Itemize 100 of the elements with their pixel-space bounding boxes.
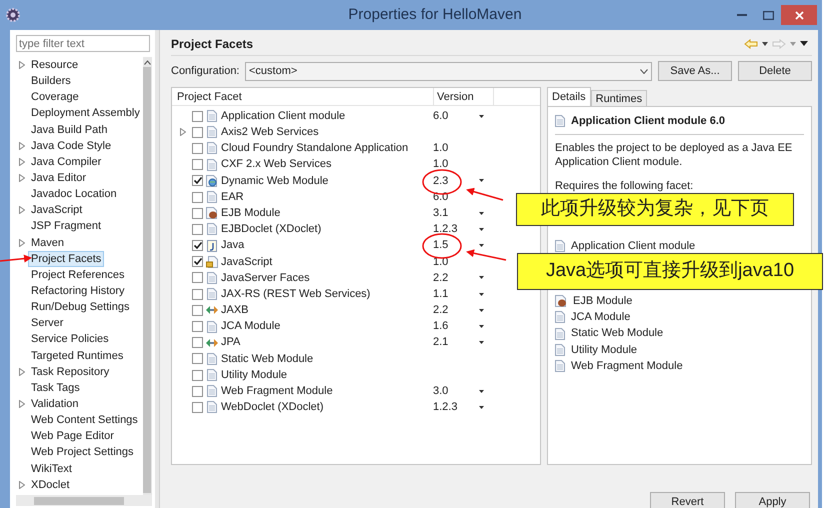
document-icon xyxy=(207,142,217,154)
tree-item[interactable]: Web Content Settings xyxy=(28,412,141,428)
dropdown-caret-icon[interactable] xyxy=(479,390,484,393)
tree-item[interactable]: Targeted Runtimes xyxy=(28,348,126,364)
tab[interactable]: Runtimes xyxy=(590,90,648,106)
tree-item[interactable]: Javadoc Location xyxy=(28,186,120,202)
expand-triangle-icon[interactable] xyxy=(19,480,25,489)
minimize-icon xyxy=(737,14,747,16)
dropdown-caret-icon[interactable] xyxy=(762,42,768,46)
checkbox[interactable] xyxy=(192,224,203,235)
checkbox[interactable] xyxy=(192,110,203,122)
conflict-item: EJB Module xyxy=(573,294,632,309)
facet-name: Cloud Foundry Standalone Application xyxy=(221,141,410,156)
tree-item[interactable]: XDoclet xyxy=(28,476,73,493)
expand-triangle-icon[interactable] xyxy=(180,128,186,136)
checkbox[interactable] xyxy=(192,159,203,170)
tab[interactable]: Details xyxy=(547,87,591,106)
checkbox[interactable] xyxy=(192,402,203,413)
tree-item[interactable]: Deployment Assembly xyxy=(28,105,143,122)
expand-triangle-icon[interactable] xyxy=(19,368,25,376)
footer-button[interactable]: Apply xyxy=(735,492,810,508)
scroll-up-icon[interactable] xyxy=(144,60,151,65)
dropdown-caret-icon[interactable] xyxy=(479,212,484,215)
toolbar-button[interactable]: Delete xyxy=(738,61,812,81)
dropdown-caret-icon[interactable] xyxy=(479,308,484,312)
dropdown-caret-icon[interactable] xyxy=(479,244,484,248)
dropdown-caret-icon[interactable] xyxy=(479,406,484,409)
menu-caret-icon[interactable] xyxy=(800,41,808,46)
close-button[interactable] xyxy=(781,5,817,25)
document-icon xyxy=(555,115,565,128)
checkbox[interactable] xyxy=(192,208,203,219)
horizontal-scrollbar[interactable] xyxy=(16,495,152,506)
expand-triangle-icon[interactable] xyxy=(19,61,25,70)
tree-item[interactable]: Java Build Path xyxy=(28,122,110,138)
facet-name: JAX-RS (REST Web Services) xyxy=(221,286,372,302)
dropdown-caret-icon[interactable] xyxy=(479,325,484,328)
tree-item[interactable]: Coverage xyxy=(28,89,82,106)
tree-item[interactable]: JSP Fragment xyxy=(28,218,104,234)
checkbox[interactable] xyxy=(192,192,203,203)
dropdown-caret-icon[interactable] xyxy=(479,292,484,296)
configuration-label: Configuration: xyxy=(171,64,240,79)
tree-item[interactable]: Task Tags xyxy=(28,380,83,396)
annotation-arrow xyxy=(466,188,504,201)
document-icon xyxy=(207,272,217,284)
checkbox[interactable] xyxy=(192,370,203,381)
tree-item[interactable]: WikiText xyxy=(28,460,75,477)
facet-version: 2.2 xyxy=(433,270,450,286)
tree-item[interactable]: Refactoring History xyxy=(28,283,128,300)
tree-item[interactable]: Task Repository xyxy=(28,364,112,380)
checkbox[interactable] xyxy=(192,272,203,284)
double-arrow-icon xyxy=(206,338,218,348)
dropdown-caret-icon[interactable] xyxy=(479,228,484,231)
expand-triangle-icon[interactable] xyxy=(19,238,25,247)
document-icon xyxy=(207,352,217,365)
checkbox[interactable] xyxy=(192,175,203,186)
checkbox[interactable] xyxy=(192,337,203,348)
highlight-ellipse xyxy=(422,233,462,259)
page-title: Project Facets xyxy=(171,36,254,52)
toolbar-button[interactable]: Save As... xyxy=(658,61,732,81)
tree-item[interactable]: Project Facets xyxy=(28,250,104,267)
checkbox[interactable] xyxy=(192,304,203,316)
filter-field[interactable]: type filter text xyxy=(16,35,150,52)
column-header[interactable]: Version xyxy=(434,88,494,105)
checkbox[interactable] xyxy=(192,353,203,364)
tree-item[interactable]: Run/Debug Settings xyxy=(28,299,132,316)
dropdown-caret-icon[interactable] xyxy=(479,341,484,344)
tree-item[interactable]: Java Compiler xyxy=(28,154,104,170)
dropdown-caret-icon[interactable] xyxy=(479,179,484,182)
tree-item[interactable]: Project References xyxy=(28,266,128,283)
dropdown-caret-icon[interactable] xyxy=(479,276,484,280)
checkbox[interactable] xyxy=(192,256,203,268)
footer-button[interactable]: Revert xyxy=(650,492,725,508)
checkmark-icon xyxy=(194,258,202,266)
tree-item[interactable]: Java Editor xyxy=(28,170,90,186)
tree-item[interactable]: Service Policies xyxy=(28,331,112,348)
tree-item[interactable]: Builders xyxy=(28,73,74,90)
tree-item[interactable]: Server xyxy=(28,315,66,332)
checkbox[interactable] xyxy=(192,126,203,138)
tree-item[interactable]: Web Page Editor xyxy=(28,428,117,444)
checkbox[interactable] xyxy=(192,240,203,252)
dropdown-caret-icon[interactable] xyxy=(479,114,484,118)
facet-name: EJB Module xyxy=(221,206,282,221)
facet-name: Axis2 Web Services xyxy=(221,125,320,140)
expand-triangle-icon[interactable] xyxy=(19,206,25,214)
tree-item[interactable]: Validation xyxy=(28,396,82,412)
document-icon xyxy=(207,191,217,204)
checkbox[interactable] xyxy=(192,386,203,397)
checkbox[interactable] xyxy=(192,142,203,154)
tree-item[interactable]: Resource xyxy=(28,57,82,74)
conflict-item: Application Client module xyxy=(571,238,696,254)
tree-item[interactable]: Java Code Style xyxy=(28,138,114,154)
column-header[interactable]: Project Facet xyxy=(172,88,434,105)
expand-triangle-icon[interactable] xyxy=(19,400,25,408)
tree-item[interactable]: Maven xyxy=(28,234,68,251)
tree-item[interactable]: JavaScript xyxy=(28,202,86,218)
configuration-dropdown[interactable]: <custom> xyxy=(245,62,652,80)
checkbox[interactable] xyxy=(192,288,203,300)
checkbox[interactable] xyxy=(192,321,203,332)
tree-item[interactable]: Web Project Settings xyxy=(28,444,137,460)
facet-name: WebDoclet (XDoclet) xyxy=(221,400,324,416)
